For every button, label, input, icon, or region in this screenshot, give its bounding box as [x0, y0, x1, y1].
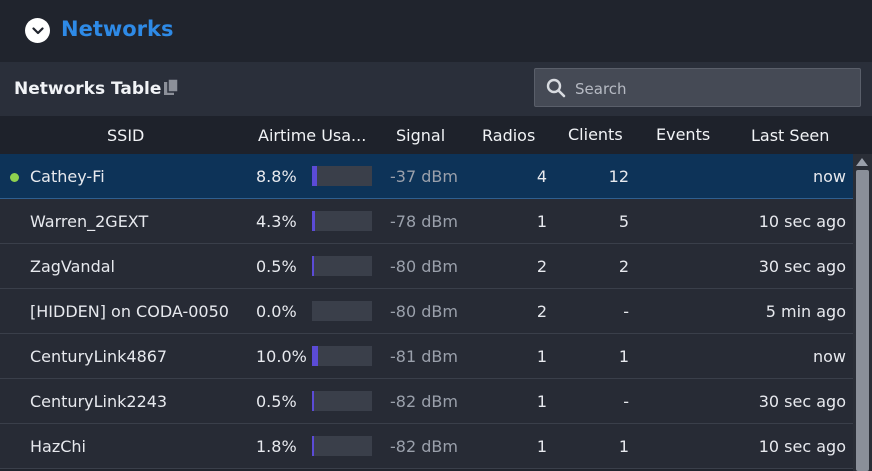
active-indicator — [10, 173, 19, 182]
table-title: Networks Table — [14, 79, 162, 99]
airtime-bar — [312, 391, 372, 411]
last-seen-cell: 10 sec ago — [758, 212, 846, 231]
table-row[interactable]: CenturyLink2243 0.5% -82 dBm 1 - 30 sec … — [0, 379, 853, 424]
last-seen-cell: 5 min ago — [765, 302, 846, 321]
last-seen-cell: 10 sec ago — [758, 437, 846, 456]
collapse-button[interactable] — [25, 18, 50, 43]
radios-cell: 1 — [536, 347, 547, 366]
signal-cell: -78 dBm — [390, 212, 458, 231]
last-seen-cell: now — [812, 347, 846, 366]
ssid-cell: Cathey-Fi — [30, 167, 105, 186]
scrollbar-thumb[interactable] — [856, 170, 869, 471]
radios-cell: 1 — [536, 392, 547, 411]
copy-icon[interactable] — [163, 78, 179, 96]
signal-cell: -81 dBm — [390, 347, 458, 366]
table-header: SSID Airtime Usa... Signal Radios Client… — [0, 116, 872, 154]
clients-cell: - — [623, 302, 629, 321]
airtime-bar-fill — [312, 436, 314, 456]
airtime-cell: 8.8% — [256, 167, 297, 186]
airtime-bar — [312, 346, 372, 366]
clients-cell: 1 — [618, 347, 629, 366]
clients-cell: 1 — [618, 437, 629, 456]
table-row[interactable]: CenturyLink4867 10.0% -81 dBm 1 1 now — [0, 334, 853, 379]
search-icon — [546, 78, 566, 98]
last-seen-cell: 30 sec ago — [758, 257, 846, 276]
airtime-cell: 1.8% — [256, 437, 297, 456]
ssid-cell: Warren_2GEXT — [30, 212, 149, 231]
search-input[interactable] — [573, 77, 847, 101]
signal-cell: -82 dBm — [390, 392, 458, 411]
column-header-signal[interactable]: Signal — [396, 126, 445, 145]
airtime-bar-fill — [312, 391, 314, 411]
signal-cell: -80 dBm — [390, 257, 458, 276]
radios-cell: 2 — [536, 302, 547, 321]
section-title: Networks — [61, 17, 174, 41]
airtime-bar — [312, 436, 372, 456]
table-toolbar: Networks Table — [0, 62, 872, 116]
table-row[interactable]: HazChi 1.8% -82 dBm 1 1 10 sec ago — [0, 424, 853, 469]
airtime-bar-fill — [312, 346, 318, 366]
airtime-bar — [312, 301, 372, 321]
airtime-cell: 0.0% — [256, 302, 297, 321]
column-header-ssid[interactable]: SSID — [107, 126, 144, 145]
clients-cell: 12 — [608, 167, 629, 186]
ssid-cell: CenturyLink2243 — [30, 392, 168, 411]
table-row[interactable]: Cathey-Fi 8.8% -37 dBm 4 12 now — [0, 154, 853, 199]
signal-cell: -82 dBm — [390, 437, 458, 456]
clients-cell: 5 — [618, 212, 629, 231]
airtime-cell: 10.0% — [256, 347, 307, 366]
table-body: Cathey-Fi 8.8% -37 dBm 4 12 now Warren_2… — [0, 154, 853, 469]
column-header-airtime[interactable]: Airtime Usa... — [258, 126, 366, 145]
column-header-radios[interactable]: Radios — [482, 126, 535, 145]
airtime-bar-fill — [312, 166, 317, 186]
airtime-cell: 0.5% — [256, 392, 297, 411]
airtime-cell: 4.3% — [256, 212, 297, 231]
clients-cell: 2 — [618, 257, 629, 276]
ssid-cell: [HIDDEN] on CODA-0050 — [30, 302, 229, 321]
airtime-bar-fill — [312, 211, 315, 231]
airtime-bar — [312, 166, 372, 186]
radios-cell: 2 — [536, 257, 547, 276]
search-box[interactable] — [534, 68, 861, 107]
ssid-cell: HazChi — [30, 437, 86, 456]
airtime-cell: 0.5% — [256, 257, 297, 276]
column-header-last-seen[interactable]: Last Seen — [751, 126, 829, 145]
last-seen-cell: 30 sec ago — [758, 392, 846, 411]
last-seen-cell: now — [812, 167, 846, 186]
clients-cell: - — [623, 392, 629, 411]
table-row[interactable]: Warren_2GEXT 4.3% -78 dBm 1 5 10 sec ago — [0, 199, 853, 244]
ssid-cell: ZagVandal — [30, 257, 115, 276]
column-header-clients[interactable]: Clients — [568, 125, 623, 144]
ssid-cell: CenturyLink4867 — [30, 347, 168, 366]
signal-cell: -80 dBm — [390, 302, 458, 321]
column-header-events[interactable]: Events — [656, 125, 710, 144]
radios-cell: 4 — [536, 167, 547, 186]
scroll-up-arrow-icon[interactable] — [856, 158, 868, 166]
table-row[interactable]: ZagVandal 0.5% -80 dBm 2 2 30 sec ago — [0, 244, 853, 289]
signal-cell: -37 dBm — [390, 167, 458, 186]
table-row[interactable]: [HIDDEN] on CODA-0050 0.0% -80 dBm 2 - 5… — [0, 289, 853, 334]
chevron-down-icon — [31, 26, 44, 34]
airtime-bar-fill — [312, 256, 314, 276]
airtime-bar — [312, 256, 372, 276]
radios-cell: 1 — [536, 212, 547, 231]
radios-cell: 1 — [536, 437, 547, 456]
networks-section-header: Networks — [0, 0, 872, 62]
airtime-bar — [312, 211, 372, 231]
vertical-scrollbar[interactable] — [853, 154, 872, 471]
